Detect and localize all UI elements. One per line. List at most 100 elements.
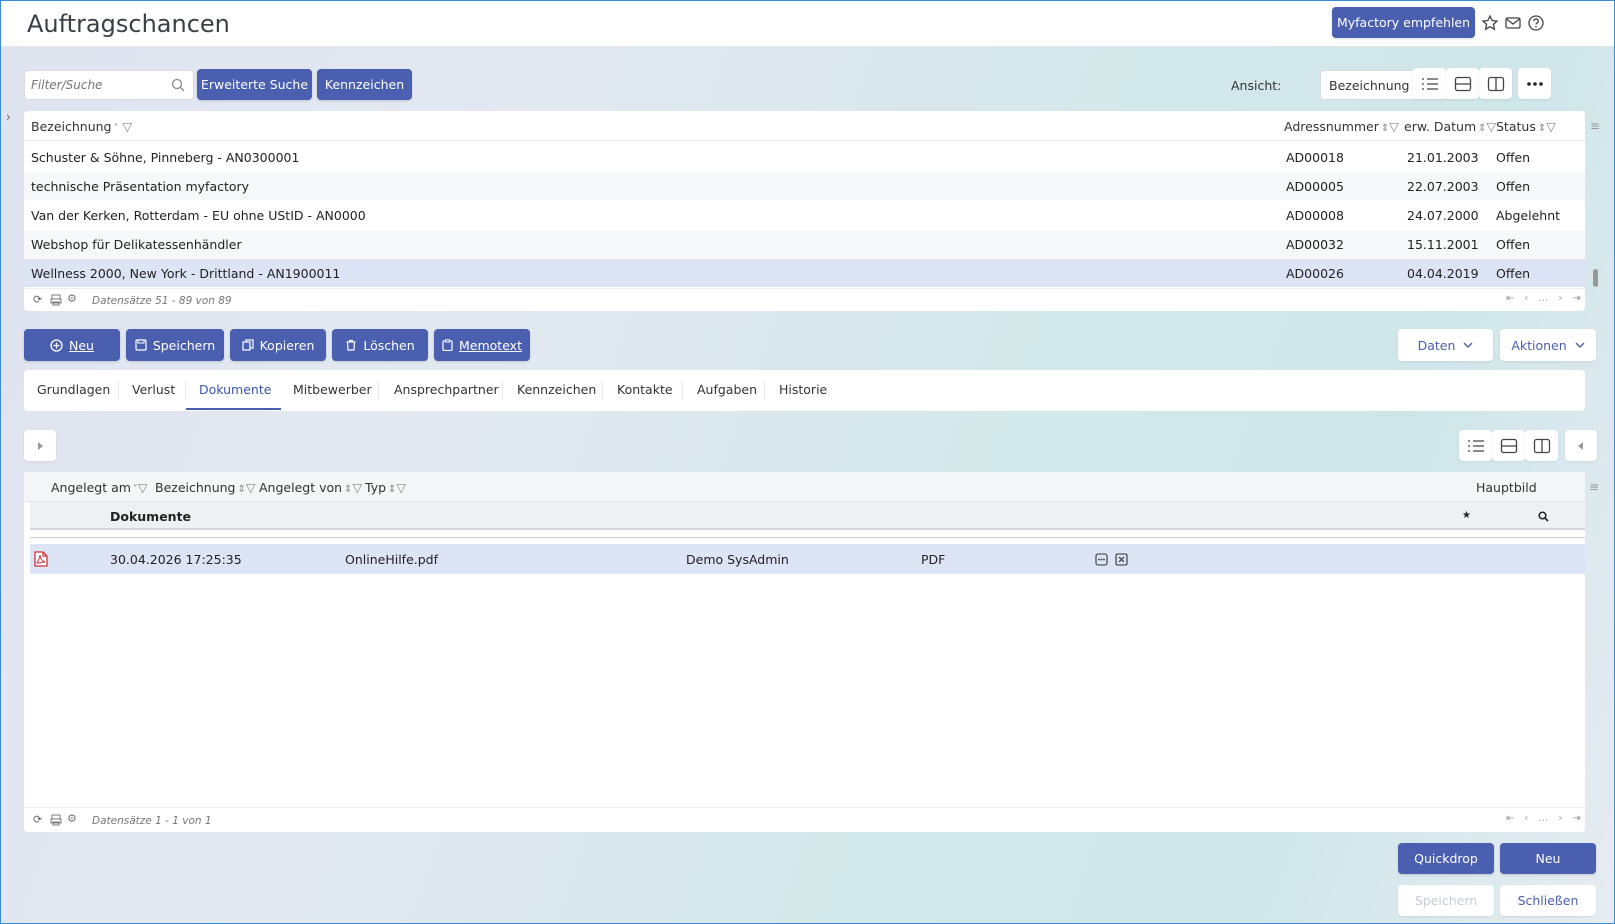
- close-button[interactable]: Schließen: [1500, 885, 1596, 916]
- split-vertical-icon: [1533, 438, 1550, 453]
- cell-adresse: AD00032: [1286, 237, 1344, 252]
- group-label: Dokumente: [110, 509, 192, 524]
- collapse-panel-button[interactable]: [1565, 430, 1597, 461]
- column-bezeichnung[interactable]: Bezeichnung ˄ ▽: [31, 119, 132, 134]
- tab-mitbewerber[interactable]: Mitbewerber: [293, 382, 372, 397]
- remove-icon[interactable]: [1115, 553, 1128, 566]
- sidebar-expand-icon[interactable]: ›: [6, 110, 11, 124]
- tab-separator: [502, 382, 503, 400]
- clipboard-icon: [442, 339, 453, 351]
- delete-button[interactable]: Löschen: [332, 329, 428, 361]
- search-input[interactable]: [25, 71, 165, 99]
- table-row[interactable]: Schuster & Söhne, Pinneberg - AN0300001 …: [24, 143, 1585, 171]
- doc-pagination-icons[interactable]: ⇤‹…›⇥: [1506, 813, 1591, 824]
- tab-separator: [185, 382, 186, 400]
- list-view-button[interactable]: [1413, 68, 1446, 99]
- delete-button-label: Löschen: [363, 337, 415, 353]
- tab-aufgaben[interactable]: Aufgaben: [697, 382, 757, 397]
- cell-status: Offen: [1496, 179, 1531, 194]
- tab-separator: [764, 382, 765, 400]
- tab-ansprechpartner[interactable]: Ansprechpartner: [394, 382, 499, 397]
- doc-split-horizontal-button[interactable]: [1492, 430, 1525, 461]
- quickdrop-button[interactable]: Quickdrop: [1398, 843, 1494, 874]
- tab-dokumente[interactable]: Dokumente: [199, 382, 271, 397]
- split-vertical-icon: [1487, 76, 1504, 91]
- print-icon[interactable]: [50, 814, 62, 826]
- split-vertical-button[interactable]: [1479, 68, 1512, 99]
- bottom-new-button[interactable]: Neu: [1500, 843, 1596, 874]
- cell-bezeichnung: Schuster & Söhne, Pinneberg - AN0300001: [31, 150, 300, 165]
- column-hauptbild[interactable]: Hauptbild: [1476, 480, 1537, 495]
- column-datum[interactable]: erw. Datum ⇕▽: [1404, 119, 1496, 134]
- column-typ[interactable]: Typ ⇕▽: [365, 480, 406, 495]
- doc-list-view-button[interactable]: [1459, 430, 1492, 461]
- table-row[interactable]: Webshop für Delikatessenhändler AD00032 …: [24, 230, 1585, 258]
- doc-column-menu-icon[interactable]: ≡: [1589, 480, 1599, 494]
- print-icon[interactable]: [50, 294, 62, 306]
- list-icon: [1421, 77, 1438, 90]
- column-adressnummer[interactable]: Adressnummer ⇕▽: [1284, 119, 1399, 134]
- expand-panel-button[interactable]: [24, 430, 56, 461]
- recommend-button[interactable]: Myfactory empfehlen: [1332, 7, 1475, 38]
- split-horizontal-button[interactable]: [1446, 68, 1479, 99]
- extended-search-button[interactable]: Erweiterte Suche: [197, 69, 312, 100]
- memo-button-label: Memotext: [459, 337, 522, 353]
- edit-dots-icon[interactable]: [1095, 553, 1108, 566]
- column-angelegt-von[interactable]: Angelegt von ⇕▽: [259, 480, 362, 495]
- pagination-icons[interactable]: ⇤‹…›⇥: [1506, 293, 1591, 304]
- tab-kennzeichen[interactable]: Kennzeichen: [517, 382, 596, 397]
- tags-button[interactable]: Kennzeichen: [317, 69, 412, 100]
- memo-button[interactable]: Memotext: [434, 329, 530, 361]
- tab-kontakte[interactable]: Kontakte: [617, 382, 673, 397]
- column-angelegt-am[interactable]: Angelegt am ˅▽: [51, 480, 148, 495]
- column-doc-bezeichnung[interactable]: Bezeichnung ⇕▽: [155, 480, 256, 495]
- tab-separator: [602, 382, 603, 400]
- more-button[interactable]: [1518, 68, 1551, 99]
- tab-separator: [378, 382, 379, 400]
- cell-status: Offen: [1496, 266, 1531, 281]
- table-row[interactable]: technische Präsentation myfactory AD0000…: [24, 172, 1585, 200]
- actions-dropdown-button[interactable]: Aktionen: [1500, 329, 1596, 361]
- divider: [30, 537, 1585, 538]
- tab-separator: [118, 382, 119, 400]
- tab-verlust[interactable]: Verlust: [132, 382, 175, 397]
- table-row-selected[interactable]: Wellness 2000, New York - Drittland - AN…: [24, 259, 1585, 287]
- tab-historie[interactable]: Historie: [779, 382, 827, 397]
- refresh-icon[interactable]: ⟳: [33, 293, 42, 306]
- copy-button[interactable]: Kopieren: [230, 329, 326, 361]
- search-field[interactable]: [24, 70, 194, 100]
- cell-name: OnlineHilfe.pdf: [345, 552, 438, 567]
- chevron-down-icon: [1463, 342, 1473, 348]
- tab-grundlagen[interactable]: Grundlagen: [37, 382, 110, 397]
- cell-bezeichnung: technische Präsentation myfactory: [31, 179, 250, 194]
- bottom-save-button-disabled[interactable]: Speichern: [1398, 885, 1494, 916]
- save-button-label: Speichern: [152, 337, 216, 353]
- scrollbar-thumb[interactable]: [1593, 269, 1598, 287]
- new-button[interactable]: Neu: [24, 329, 120, 361]
- search-icon[interactable]: [1538, 511, 1549, 522]
- cell-bezeichnung: Webshop für Delikatessenhändler: [31, 237, 242, 252]
- column-menu-icon[interactable]: ≡: [1590, 119, 1600, 133]
- chevron-down-icon: [1575, 342, 1585, 348]
- more-icon: [1526, 81, 1543, 86]
- cell-status: Offen: [1496, 150, 1531, 165]
- column-status[interactable]: Status ⇕▽: [1496, 119, 1556, 134]
- settings-icon[interactable]: ⚙: [67, 812, 77, 825]
- cell-adresse: AD00026: [1286, 266, 1344, 281]
- save-button[interactable]: Speichern: [126, 329, 224, 361]
- copy-icon: [241, 339, 254, 351]
- split-horizontal-icon: [1500, 438, 1517, 453]
- document-row[interactable]: 30.04.2026 17:25:35 OnlineHilfe.pdf Demo…: [30, 544, 1585, 574]
- cell-adresse: AD00005: [1286, 179, 1344, 194]
- doc-split-vertical-button[interactable]: [1525, 430, 1558, 461]
- settings-icon[interactable]: ⚙: [67, 292, 77, 305]
- cell-status: Offen: [1496, 237, 1531, 252]
- help-icon[interactable]: [1527, 14, 1545, 32]
- table-row[interactable]: Van der Kerken, Rotterdam - EU ohne UStI…: [24, 201, 1585, 229]
- refresh-icon[interactable]: ⟳: [33, 813, 42, 826]
- search-icon[interactable]: [171, 78, 185, 92]
- data-dropdown-button[interactable]: Daten: [1398, 329, 1493, 361]
- page-title: Auftragschancen: [27, 10, 230, 38]
- star-icon[interactable]: [1481, 14, 1499, 32]
- mail-icon[interactable]: [1504, 14, 1522, 32]
